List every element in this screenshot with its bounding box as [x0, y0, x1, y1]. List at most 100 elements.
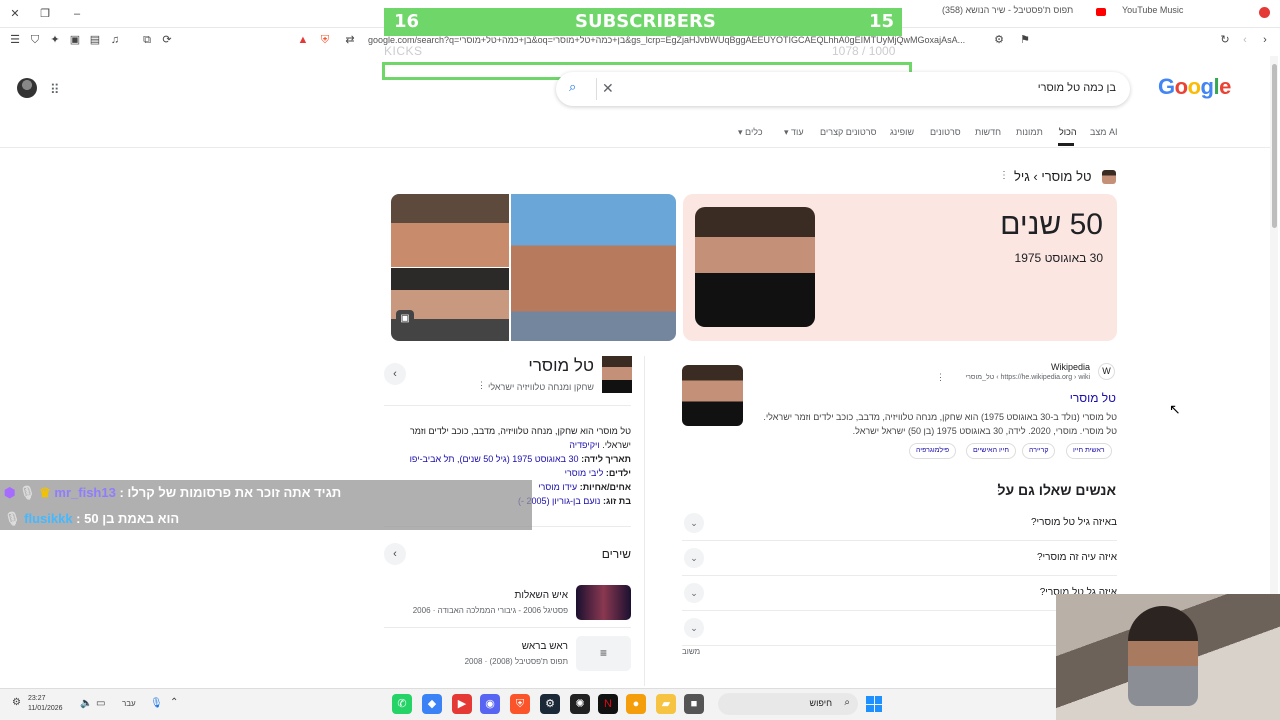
- music-icon[interactable]: ♫: [108, 33, 122, 47]
- mic-badge-icon: 🎙: [18, 485, 36, 500]
- tune-icon[interactable]: ⚙: [992, 33, 1006, 47]
- wiki-title[interactable]: טל מוסרי: [1070, 391, 1116, 405]
- wiki-more-icon[interactable]: ⋮: [936, 372, 945, 383]
- tab-videos[interactable]: סרטונים: [930, 127, 961, 137]
- brave-shield-icon[interactable]: ⛨: [318, 33, 332, 47]
- language-indicator[interactable]: עבר: [122, 699, 136, 708]
- gallery-image-1[interactable]: [391, 194, 509, 267]
- search-icon[interactable]: ⌕: [569, 79, 576, 95]
- taskbar-clock[interactable]: 23:27 11/01/2026: [28, 694, 63, 714]
- chevron-down-icon[interactable]: ⌄: [684, 513, 704, 533]
- chip-filmography[interactable]: פילמוגרפיה: [909, 443, 957, 459]
- app-icon[interactable]: ●: [626, 694, 646, 714]
- chevron-down-icon[interactable]: ⌄: [684, 548, 704, 568]
- tab-tools[interactable]: ▾ כלים: [738, 127, 763, 138]
- fact-value[interactable]: 30 באוגוסט 1975 (גיל 50 שנים), תל אביב-י…: [410, 454, 579, 464]
- portrait-photo[interactable]: [695, 207, 815, 327]
- scrollbar-thumb[interactable]: [1272, 64, 1277, 228]
- screenshot-icon[interactable]: ▣: [68, 33, 82, 47]
- tab-news[interactable]: חדשות: [975, 127, 1001, 137]
- paa-question[interactable]: איזה גל טל מוסרי? ⌄: [682, 576, 1117, 611]
- paa-question[interactable]: ?...⌄: [682, 611, 1117, 646]
- network-icon[interactable]: ▭: [96, 698, 105, 709]
- volume-icon[interactable]: 🔈: [80, 698, 92, 709]
- chevron-left-icon[interactable]: ‹: [384, 363, 406, 385]
- microphone-icon[interactable]: 🎙: [150, 698, 163, 709]
- feedback-link[interactable]: משוב: [682, 647, 700, 656]
- paa-question[interactable]: באיזה גיל טל מוסרי? ⌄: [682, 506, 1117, 541]
- tab-shopping[interactable]: שופינג: [890, 127, 914, 137]
- restore-window-icon[interactable]: ❐: [38, 7, 52, 21]
- tab-youtube-music[interactable]: YouTube Music: [1122, 5, 1183, 15]
- tab-all[interactable]: הכול: [1059, 127, 1077, 137]
- app-icon[interactable]: ■: [684, 694, 704, 714]
- search-box[interactable]: בן כמה טל מוסרי ✕ ⌕: [556, 72, 1130, 106]
- tab-more[interactable]: ▾ עוד: [784, 127, 804, 138]
- forward-icon[interactable]: ›: [1258, 33, 1272, 47]
- song-title[interactable]: איש השאלות: [515, 590, 568, 601]
- taskbar-search[interactable]: חיפוש ⌕: [718, 693, 858, 715]
- wikipedia-link[interactable]: ויקיפדיה: [569, 440, 599, 450]
- search-input[interactable]: בן כמה טל מוסרי: [1038, 82, 1116, 94]
- entity-thumbnail[interactable]: [602, 356, 632, 393]
- fact-value[interactable]: ליבי מוסרי: [565, 468, 604, 478]
- wiki-source[interactable]: Wikipedia: [1051, 362, 1090, 372]
- youtube-icon[interactable]: ▶: [452, 694, 472, 714]
- more-options-icon[interactable]: ⋮: [999, 170, 1009, 181]
- reload-icon[interactable]: ↻: [1218, 33, 1232, 47]
- clear-icon[interactable]: ✕: [602, 80, 614, 97]
- discord-icon[interactable]: ◉: [480, 694, 500, 714]
- chip-early-life[interactable]: ראשית חייו: [1066, 443, 1112, 459]
- fact-label: בת זוג:: [602, 496, 631, 506]
- brave-icon[interactable]: ⛨: [510, 694, 530, 714]
- chevron-down-icon[interactable]: ⌄: [684, 618, 704, 638]
- steam-icon[interactable]: ⚙: [540, 694, 560, 714]
- extension-icon[interactable]: ✦: [48, 33, 62, 47]
- netflix-icon[interactable]: N: [598, 694, 618, 714]
- chevron-down-icon[interactable]: ⌄: [684, 583, 704, 603]
- chevron-up-icon[interactable]: ⌃: [170, 697, 178, 708]
- apps-grid-icon[interactable]: ⠿: [50, 82, 60, 98]
- wiki-url[interactable]: https://he.wikipedia.org › wiki › טל_מוס…: [965, 374, 1090, 381]
- windows-start-icon[interactable]: [866, 696, 882, 712]
- entity-more-icon[interactable]: ⋮: [477, 380, 486, 391]
- chatgpt-icon[interactable]: ✺: [570, 694, 590, 714]
- lyrics-icon[interactable]: ≡: [576, 636, 631, 671]
- app-icon[interactable]: ◆: [422, 694, 442, 714]
- chip-career[interactable]: קריירה: [1022, 443, 1056, 459]
- whatsapp-icon[interactable]: ✆: [392, 694, 412, 714]
- paa-question[interactable]: איזה עיה זה מוסרי? ⌄: [682, 541, 1117, 576]
- translate-icon[interactable]: ⇄: [343, 33, 357, 47]
- gallery-image-3[interactable]: [511, 194, 676, 341]
- paa-more-icon[interactable]: ⋮: [993, 484, 1004, 497]
- folder-icon[interactable]: ▰: [656, 694, 676, 714]
- minimize-icon[interactable]: –: [70, 7, 84, 21]
- avatar[interactable]: [17, 78, 37, 98]
- tab-youtube-festival[interactable]: (358) תפוס ת'פסטיבל - שיר הנושא: [942, 5, 1073, 15]
- sidebar-icon[interactable]: ▤: [88, 33, 102, 47]
- back-icon[interactable]: ‹: [1238, 33, 1252, 47]
- tab-short-videos[interactable]: סרטונים קצרים: [820, 127, 876, 137]
- tabs-icon[interactable]: ⧉: [140, 33, 154, 47]
- profile-icon[interactable]: [1259, 7, 1270, 18]
- settings-icon[interactable]: ⚙: [12, 697, 21, 708]
- gallery-image-2[interactable]: [391, 268, 509, 341]
- column-divider: [644, 356, 645, 686]
- tab-ai-mode[interactable]: מצב AI: [1090, 127, 1118, 137]
- wiki-thumbnail[interactable]: [682, 365, 743, 426]
- close-icon[interactable]: ✕: [8, 7, 22, 21]
- bookmark-icon[interactable]: ⚑: [1018, 33, 1032, 47]
- menu-icon[interactable]: ☰: [8, 33, 22, 47]
- google-logo[interactable]: Google: [1158, 74, 1231, 100]
- sync-icon[interactable]: ⟳: [160, 33, 174, 47]
- chevron-left-icon[interactable]: ‹: [384, 543, 406, 565]
- shield-icon[interactable]: ⛉: [28, 33, 42, 47]
- tab-images[interactable]: תמונות: [1016, 127, 1043, 137]
- fact-value[interactable]: עידו מוסרי: [538, 482, 577, 492]
- warning-icon[interactable]: ▲: [296, 33, 310, 47]
- image-gallery-icon[interactable]: ▣: [396, 310, 414, 328]
- chat-message: 🎙 flusikkk : הוא באמת בן 50: [4, 511, 180, 526]
- song-thumbnail[interactable]: [576, 585, 631, 620]
- chip-personal-life[interactable]: חייו האישיים: [966, 443, 1017, 459]
- song-title[interactable]: ראש בראש: [522, 641, 568, 652]
